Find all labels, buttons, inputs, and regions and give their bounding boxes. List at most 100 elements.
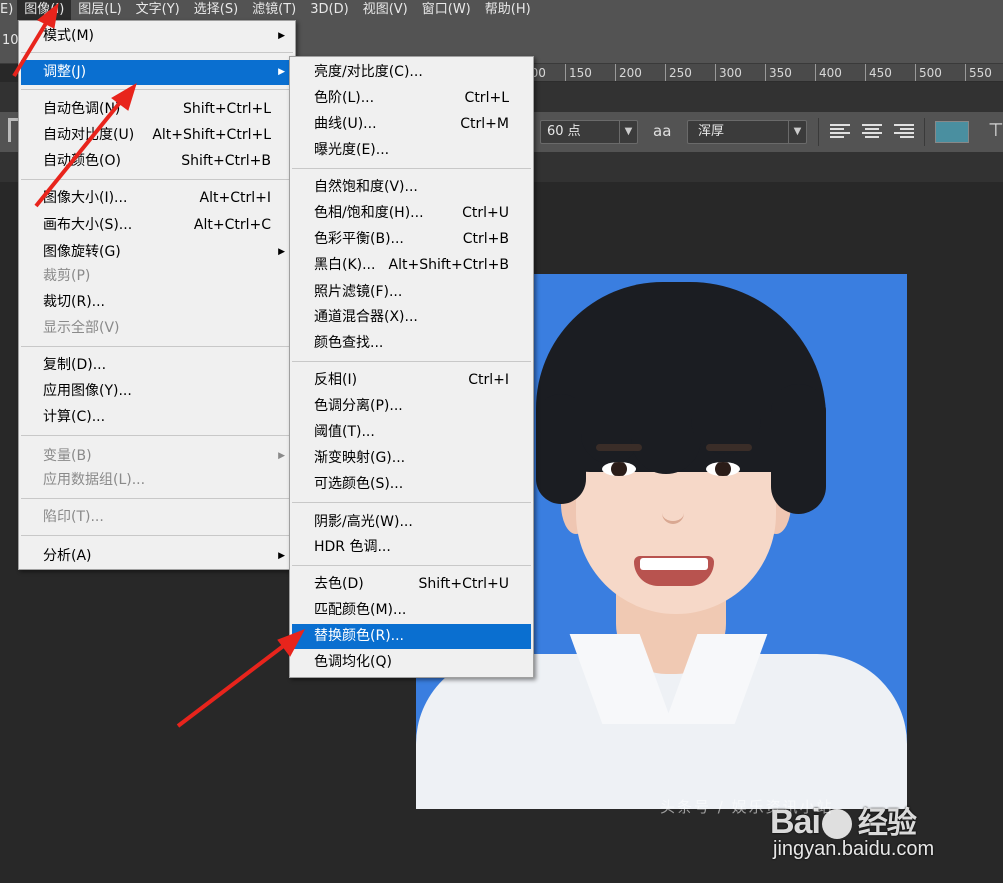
menu-item-shadows-highlights[interactable]: 阴影/高光(W)...: [292, 510, 531, 535]
menu-item-color-balance[interactable]: 色彩平衡(B)... Ctrl+B: [292, 227, 531, 252]
align-center-icon[interactable]: [862, 124, 882, 140]
menu-item-label: 自然饱和度(V)...: [314, 179, 418, 195]
menu-item-auto-color[interactable]: 自动颜色(O) Shift+Ctrl+B: [21, 149, 293, 174]
ruler-tick: 550: [965, 64, 992, 81]
menu-item-label: HDR 色调...: [314, 539, 391, 555]
separator: [292, 168, 531, 169]
menu-item-curves[interactable]: 曲线(U)... Ctrl+M: [292, 112, 531, 137]
photo-hair-right: [771, 384, 826, 514]
menu-select[interactable]: 选择(S): [187, 0, 245, 20]
font-size-select[interactable]: 60 点 ▼: [540, 120, 638, 144]
menu-image[interactable]: 图像(I): [17, 0, 72, 20]
menu-item-shortcut: Ctrl+M: [460, 116, 509, 132]
menu-item-invert[interactable]: 反相(I) Ctrl+I: [292, 368, 531, 393]
separator: [21, 535, 293, 536]
menu-item-adjustments[interactable]: 调整(J) ▶: [21, 60, 293, 85]
menu-item-label: 应用图像(Y)...: [43, 383, 132, 399]
text-color-swatch[interactable]: [935, 121, 969, 143]
menu-item-analysis[interactable]: 分析(A) ▶: [21, 544, 293, 569]
menu-item-label: 分析(A): [43, 548, 92, 564]
menu-item-label: 图像大小(I)...: [43, 190, 128, 206]
menu-item-equalize[interactable]: 色调均化(Q): [292, 650, 531, 675]
menu-item-selective-color[interactable]: 可选颜色(S)...: [292, 472, 531, 497]
menu-item-brightness-contrast[interactable]: 亮度/对比度(C)...: [292, 60, 531, 85]
menu-item-label: 自动颜色(O): [43, 153, 121, 169]
menu-item-label: 黑白(K)...: [314, 257, 376, 273]
menu-item-variables[interactable]: 变量(B) ▶: [21, 444, 293, 469]
menu-item-label: 自动色调(N): [43, 101, 121, 117]
menu-item-shortcut: Shift+Ctrl+B: [181, 153, 271, 169]
menu-item-canvas-size[interactable]: 画布大小(S)... Alt+Ctrl+C: [21, 213, 293, 238]
ruler-tick: 200: [615, 64, 642, 81]
menu-edit-fragment[interactable]: E): [0, 0, 17, 20]
menu-view[interactable]: 视图(V): [356, 0, 415, 20]
menu-item-duplicate[interactable]: 复制(D)...: [21, 353, 293, 378]
menu-filter[interactable]: 滤镜(T): [245, 0, 303, 20]
separator: [292, 565, 531, 566]
separator: [21, 179, 293, 180]
menu-item-hue-saturation[interactable]: 色相/饱和度(H)... Ctrl+U: [292, 201, 531, 226]
chevron-down-icon: ▼: [619, 121, 637, 143]
menu-item-vibrance[interactable]: 自然饱和度(V)...: [292, 175, 531, 200]
menu-item-label: 色阶(L)...: [314, 90, 375, 106]
menu-item-label: 渐变映射(G)...: [314, 450, 406, 466]
menu-item-label: 匹配颜色(M)...: [314, 602, 407, 618]
ruler-tick: 500: [915, 64, 942, 81]
menu-help[interactable]: 帮助(H): [478, 0, 538, 20]
menu-item-match-color[interactable]: 匹配颜色(M)...: [292, 598, 531, 623]
menu-item-trap[interactable]: 陷印(T)...: [21, 505, 293, 530]
menu-item-label: 自动对比度(U): [43, 127, 135, 143]
menu-item-image-size[interactable]: 图像大小(I)... Alt+Ctrl+I: [21, 186, 293, 211]
menu-item-photo-filter[interactable]: 照片滤镜(F)...: [292, 280, 531, 305]
menu-item-desaturate[interactable]: 去色(D) Shift+Ctrl+U: [292, 572, 531, 597]
menu-item-calculations[interactable]: 计算(C)...: [21, 405, 293, 430]
menu-item-trim[interactable]: 裁切(R)...: [21, 290, 293, 315]
antialias-value: 浑厚: [698, 124, 725, 139]
menu-item-label: 替换颜色(R)...: [314, 628, 405, 644]
menu-item-label: 裁切(R)...: [43, 294, 106, 310]
paw-icon: [821, 809, 852, 840]
antialias-select[interactable]: 浑厚 ▼: [687, 120, 807, 144]
menu-item-label: 可选颜色(S)...: [314, 476, 404, 492]
menu-window[interactable]: 窗口(W): [415, 0, 478, 20]
menu-item-mode[interactable]: 模式(M) ▶: [21, 24, 293, 49]
menu-layer[interactable]: 图层(L): [71, 0, 128, 20]
menu-item-gradient-map[interactable]: 渐变映射(G)...: [292, 446, 531, 471]
warp-text-icon[interactable]: ⊤: [988, 120, 1003, 141]
ruler-tick: 450: [865, 64, 892, 81]
menu-item-label: 色相/饱和度(H)...: [314, 205, 424, 221]
menu-item-shortcut: Shift+Ctrl+U: [418, 576, 509, 592]
menu-item-auto-tone[interactable]: 自动色调(N) Shift+Ctrl+L: [21, 97, 293, 122]
menu-item-hdr-toning[interactable]: HDR 色调...: [292, 535, 531, 560]
menu-item-label: 色彩平衡(B)...: [314, 231, 404, 247]
menu-item-shortcut: Shift+Ctrl+L: [183, 101, 271, 117]
menu-item-apply-data-set[interactable]: 应用数据组(L)...: [21, 468, 293, 493]
menu-item-crop[interactable]: 裁剪(P): [21, 264, 293, 289]
menu-item-apply-image[interactable]: 应用图像(Y)...: [21, 379, 293, 404]
separator: [21, 435, 293, 436]
chevron-down-icon: ▼: [788, 121, 806, 143]
horizontal-ruler: 100 150 200 250 300 350 400 450 500 550: [533, 64, 1003, 82]
photo-nose: [662, 494, 684, 524]
menu-item-label: 图像旋转(G): [43, 244, 121, 260]
menu-item-color-lookup[interactable]: 颜色查找...: [292, 331, 531, 356]
align-left-icon[interactable]: [830, 124, 850, 140]
menu-item-shortcut: Alt+Ctrl+I: [199, 190, 271, 206]
menu-item-posterize[interactable]: 色调分离(P)...: [292, 394, 531, 419]
menu-item-shortcut: Ctrl+L: [464, 90, 509, 106]
menu-item-replace-color[interactable]: 替换颜色(R)...: [292, 624, 531, 649]
menu-item-label: 反相(I): [314, 372, 358, 388]
align-right-icon[interactable]: [894, 124, 914, 140]
menu-type[interactable]: 文字(Y): [129, 0, 187, 20]
divider: [818, 118, 819, 146]
menu-item-exposure[interactable]: 曝光度(E)...: [292, 138, 531, 163]
menu-item-image-rotation[interactable]: 图像旋转(G) ▶: [21, 240, 293, 265]
menu-item-channel-mixer[interactable]: 通道混合器(X)...: [292, 305, 531, 330]
menu-item-black-white[interactable]: 黑白(K)... Alt+Shift+Ctrl+B: [292, 253, 531, 278]
menu-item-auto-contrast[interactable]: 自动对比度(U) Alt+Shift+Ctrl+L: [21, 123, 293, 148]
menu-item-reveal-all[interactable]: 显示全部(V): [21, 316, 293, 341]
menu-3d[interactable]: 3D(D): [303, 0, 355, 20]
menu-item-threshold[interactable]: 阈值(T)...: [292, 420, 531, 445]
menu-item-levels[interactable]: 色阶(L)... Ctrl+L: [292, 86, 531, 111]
submenu-arrow-icon: ▶: [278, 247, 285, 257]
